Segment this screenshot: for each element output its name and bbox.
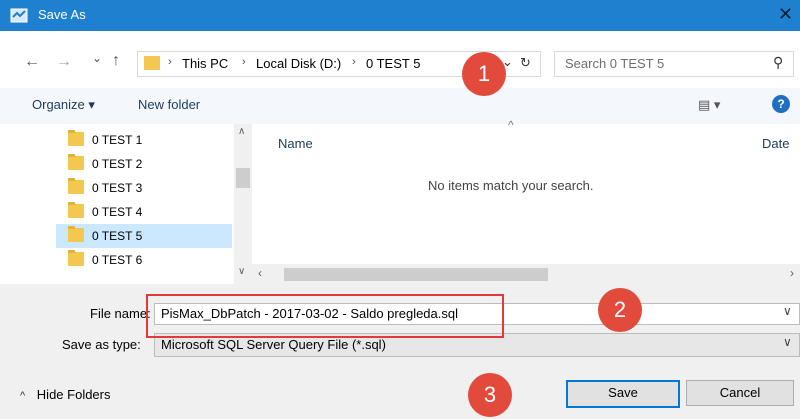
- address-row: ← → ⌄ ↑ › This PC › Local Disk (D:) › 0 …: [0, 31, 800, 88]
- save-as-type-label: Save as type:: [62, 337, 141, 352]
- nav-item-0-test-1[interactable]: 0 TEST 1: [56, 128, 232, 152]
- nav-scrollbar-thumb[interactable]: [236, 168, 250, 188]
- command-toolbar: Organize ▾ New folder ▤ ▾ ?: [0, 88, 800, 125]
- cancel-button[interactable]: Cancel: [686, 380, 794, 406]
- new-folder-button[interactable]: New folder: [138, 97, 200, 112]
- folder-icon: [68, 178, 84, 194]
- nav-item-label: 0 TEST 2: [92, 157, 143, 171]
- search-input[interactable]: Search 0 TEST 5: [565, 56, 664, 71]
- breadcrumb-separator: ›: [242, 56, 246, 68]
- nav-scrollbar[interactable]: ∧ ∨: [234, 124, 252, 284]
- file-list[interactable]: ^ Name Date No items match your search.: [252, 118, 800, 264]
- nav-item-0-test-3[interactable]: 0 TEST 3: [56, 176, 232, 200]
- breadcrumb-local-disk[interactable]: Local Disk (D:): [256, 56, 341, 71]
- folder-icon: [68, 250, 84, 266]
- breadcrumb-current-folder[interactable]: 0 TEST 5: [366, 56, 420, 71]
- folder-icon: [144, 56, 160, 70]
- nav-item-0-test-6[interactable]: 0 TEST 6: [56, 248, 232, 272]
- nav-item-0-test-5[interactable]: 0 TEST 5: [56, 224, 232, 248]
- scroll-down-icon[interactable]: ∨: [238, 266, 245, 277]
- breadcrumb-separator: ›: [352, 56, 356, 68]
- annotation-highlight-box: [146, 294, 504, 338]
- folder-icon: [68, 154, 84, 170]
- scroll-right-icon[interactable]: ›: [790, 266, 794, 280]
- forward-icon[interactable]: →: [56, 53, 72, 71]
- nav-item-0-test-4[interactable]: 0 TEST 4: [56, 200, 232, 224]
- save-as-icon: [10, 8, 28, 23]
- nav-item-0-test-2[interactable]: 0 TEST 2: [56, 152, 232, 176]
- sort-indicator-icon: ^: [508, 118, 514, 132]
- view-options-icon[interactable]: ▤ ▾: [698, 97, 720, 113]
- breadcrumb-this-pc[interactable]: This PC: [182, 56, 228, 71]
- close-icon[interactable]: ✕: [778, 4, 793, 25]
- hide-folders-label: Hide Folders: [36, 387, 111, 402]
- file-name-label: File name:: [90, 306, 151, 321]
- column-header-name[interactable]: Name: [278, 136, 313, 151]
- nav-item-label: 0 TEST 5: [92, 229, 143, 243]
- title-bar: Save As ✕: [0, 0, 800, 31]
- up-icon[interactable]: ↑: [112, 52, 120, 70]
- nav-item-label: 0 TEST 1: [92, 133, 143, 147]
- save-button[interactable]: Save: [566, 380, 680, 408]
- folder-icon: [68, 202, 84, 218]
- save-as-type-value: Microsoft SQL Server Query File (*.sql): [161, 337, 386, 352]
- back-icon[interactable]: ←: [24, 53, 40, 71]
- scroll-up-icon[interactable]: ∧: [238, 126, 245, 137]
- empty-message: No items match your search.: [428, 178, 594, 193]
- recent-locations-icon[interactable]: ⌄: [92, 51, 102, 65]
- folder-icon: [68, 226, 84, 242]
- scroll-left-icon[interactable]: ‹: [258, 266, 262, 280]
- file-name-dropdown-icon[interactable]: ∨: [783, 304, 792, 318]
- nav-item-label: 0 TEST 4: [92, 205, 143, 219]
- collapse-icon: ^: [20, 390, 26, 402]
- breadcrumb-separator: ›: [168, 56, 172, 68]
- annotation-marker-1: 1: [462, 52, 506, 96]
- nav-item-label: 0 TEST 6: [92, 253, 143, 267]
- help-icon[interactable]: ?: [772, 95, 790, 113]
- nav-item-label: 0 TEST 3: [92, 181, 143, 195]
- save-as-type-dropdown-icon[interactable]: ∨: [783, 335, 792, 349]
- search-icon[interactable]: ⚲: [773, 54, 783, 71]
- column-header-date[interactable]: Date: [762, 136, 789, 151]
- organize-button[interactable]: Organize ▾: [32, 97, 95, 113]
- folder-icon: [68, 130, 84, 146]
- search-box[interactable]: Search 0 TEST 5 ⚲: [554, 51, 794, 77]
- annotation-marker-3: 3: [468, 373, 512, 417]
- annotation-marker-2: 2: [598, 288, 642, 332]
- file-list-scrollbar-thumb[interactable]: [284, 268, 548, 281]
- refresh-icon[interactable]: ↻: [520, 55, 531, 71]
- hide-folders-button[interactable]: ^ Hide Folders: [20, 387, 111, 402]
- window-title: Save As: [38, 7, 86, 22]
- navigation-pane: 0 TEST 1 0 TEST 2 0 TEST 3 0 TEST 4 0 TE…: [0, 124, 252, 284]
